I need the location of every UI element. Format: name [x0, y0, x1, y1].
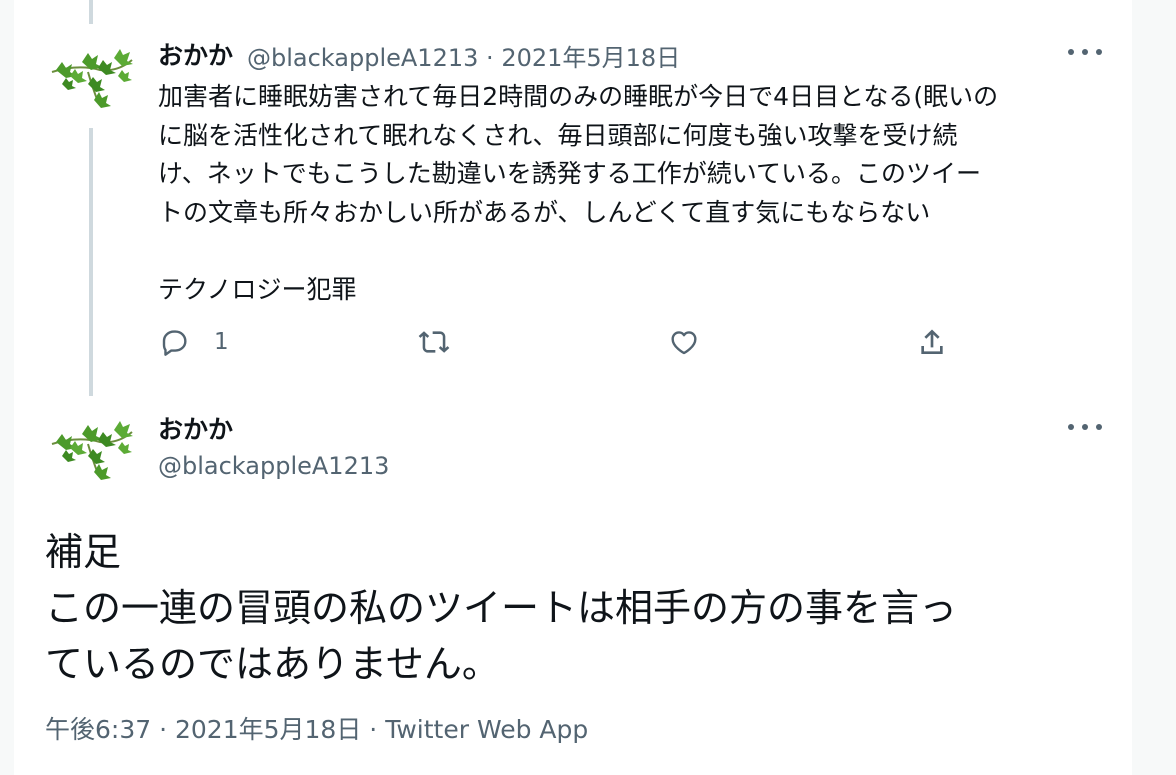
retweet-icon — [418, 331, 450, 353]
tweet-date[interactable]: 2021年5月18日 — [501, 44, 680, 72]
more-options-icon[interactable] — [1068, 42, 1102, 62]
ivy-avatar-image — [51, 421, 133, 480]
tweet-time[interactable]: 午後6:37 — [45, 715, 151, 744]
main-tweet-text-line: ているのではありません。 — [45, 642, 500, 686]
tweet-text: 加害者に睡眠妨害されて毎日2時間のみの睡眠が今日で4日目となる(眠いの に脳を活… — [158, 78, 1108, 309]
tweet-text-line: け、ネットでもこうした勘違いを誘発する工作が続いている。このツイー — [158, 159, 982, 188]
thread-connector-top — [89, 0, 93, 24]
main-tweet-text-line: この一連の冒頭の私のツイートは相手の方の事を言っ — [45, 586, 958, 630]
avatar[interactable] — [48, 414, 136, 484]
ivy-avatar-image — [51, 49, 133, 108]
tweet-text-line: 加害者に睡眠妨害されて毎日2時間のみの睡眠が今日で4日目となる(眠いの — [158, 82, 999, 111]
tweet-source[interactable]: Twitter Web App — [385, 715, 588, 744]
reply-button[interactable]: 1 — [158, 324, 229, 360]
tweet-full-date[interactable]: 2021年5月18日 — [175, 715, 361, 744]
page-background-left — [0, 0, 14, 775]
like-icon — [671, 331, 697, 355]
like-button[interactable] — [668, 324, 700, 360]
avatar[interactable] — [48, 42, 136, 112]
tweet-meta: @blackappleA1213 · 2021年5月18日 — [247, 38, 680, 73]
thread-connector — [89, 128, 93, 396]
user-handle[interactable]: @blackappleA1213 — [247, 44, 478, 72]
retweet-button[interactable] — [418, 324, 450, 360]
share-icon — [921, 329, 943, 354]
main-tweet-text: 補足 この一連の冒頭の私のツイートは相手の方の事を言っ ているのではありません。 — [45, 524, 1125, 692]
footer-separator: · — [369, 715, 378, 744]
tweet-text-tag-line: テクノロジー犯罪 — [158, 274, 357, 304]
meta-separator: · — [486, 44, 494, 72]
more-options-icon[interactable] — [1068, 417, 1102, 437]
display-name[interactable]: おかか — [158, 410, 233, 446]
user-handle[interactable]: @blackappleA1213 — [158, 452, 389, 480]
tweet-footer: 午後6:37 · 2021年5月18日 · Twitter Web App — [45, 710, 588, 746]
page-background-right — [1132, 0, 1176, 775]
tweet-text-line: に脳を活性化されて眠れなくされ、毎日頭部に何度も強い攻撃を受け続 — [158, 120, 958, 150]
footer-separator: · — [159, 715, 168, 744]
tweet-text-line: トの文章も所々おかしい所があるが、しんどくて直す気にもならない — [158, 197, 931, 227]
display-name[interactable]: おかか — [158, 36, 233, 72]
reply-icon — [162, 330, 187, 356]
reply-count: 1 — [214, 329, 229, 355]
main-tweet-text-line: 補足 — [45, 530, 122, 574]
share-button[interactable] — [916, 324, 948, 360]
